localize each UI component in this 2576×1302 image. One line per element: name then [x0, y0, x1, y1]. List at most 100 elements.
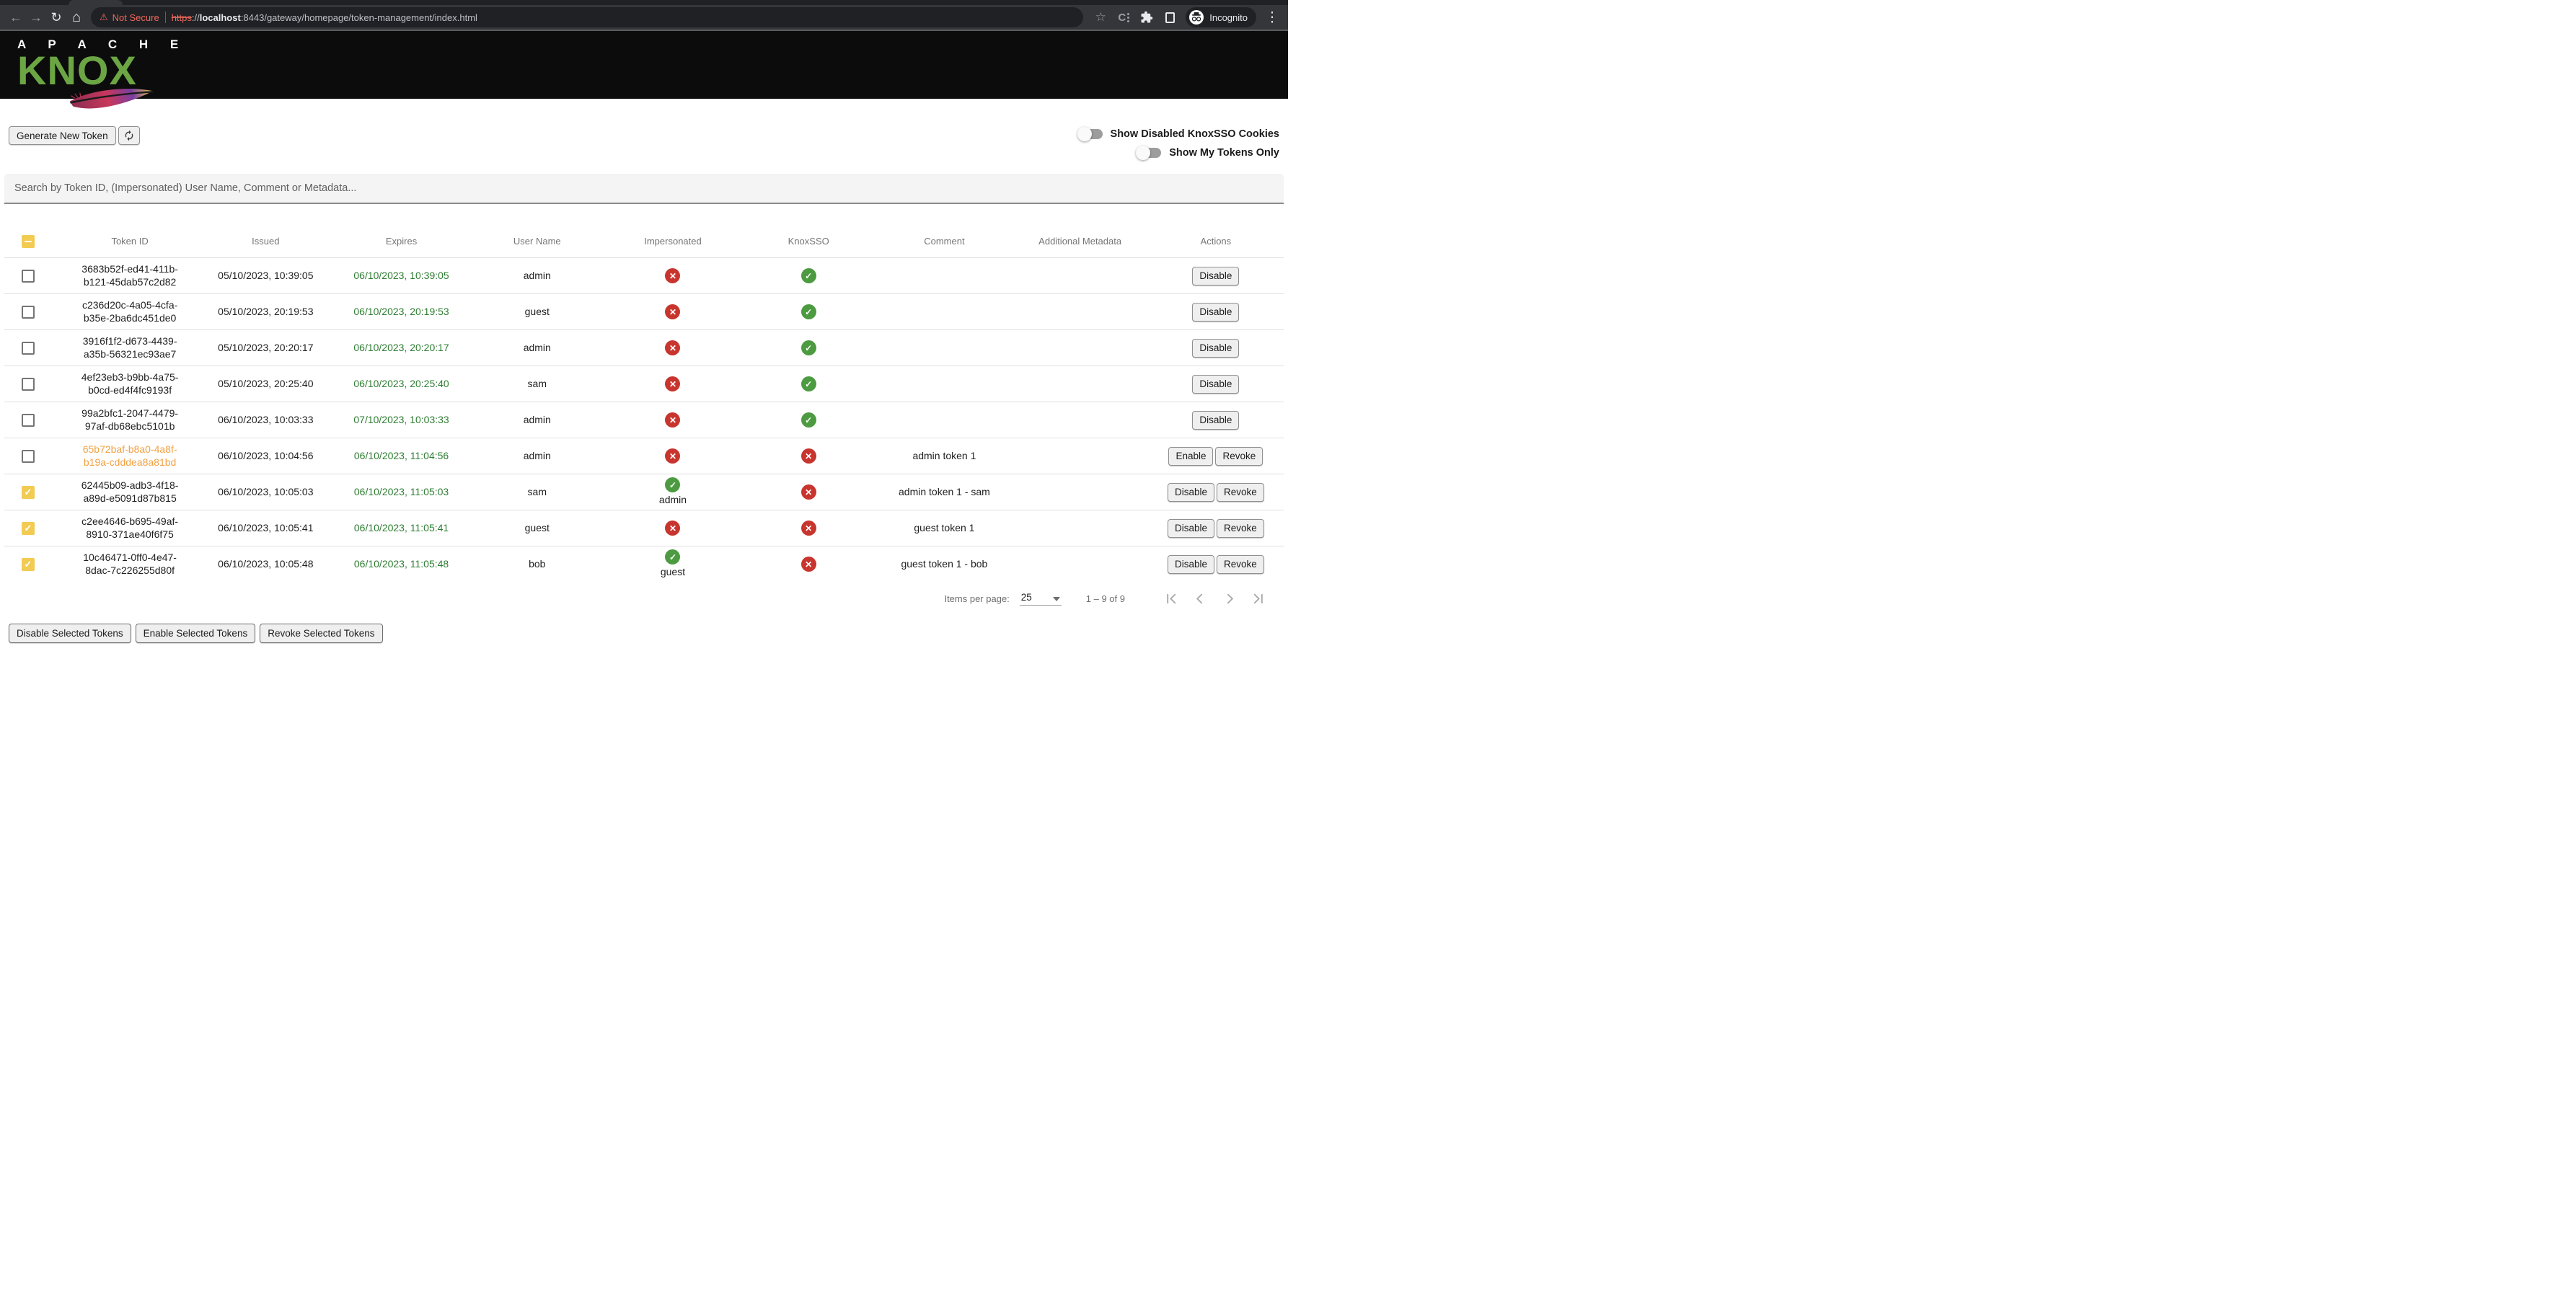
- row-checkbox[interactable]: [22, 450, 35, 463]
- row-checkbox[interactable]: [22, 378, 35, 391]
- user-name: bob: [469, 558, 605, 571]
- disable-token-button[interactable]: Disable: [1168, 555, 1214, 574]
- extension-c-icon[interactable]: C: [1113, 7, 1134, 27]
- impersonated-x-icon: ✕: [665, 304, 680, 319]
- impersonated-x-icon: ✕: [665, 340, 680, 355]
- user-name: admin: [469, 414, 605, 427]
- token-id: 3683b52f-ed41-411b-b121-45dab57c2d82: [62, 263, 198, 288]
- disable-token-button[interactable]: Disable: [1192, 411, 1239, 430]
- actions-cell: Disable: [1148, 303, 1284, 322]
- revoke-token-button[interactable]: Revoke: [1215, 447, 1263, 466]
- side-panel-icon[interactable]: [1160, 7, 1180, 27]
- home-icon[interactable]: ⌂: [66, 7, 87, 27]
- knoxsso-x-icon: ✕: [801, 521, 816, 536]
- url-path: :8443/gateway/homepage/token-management/…: [241, 12, 477, 23]
- search-input[interactable]: [4, 174, 1284, 203]
- column-header-knoxsso: KnoxSSO: [741, 236, 876, 247]
- knoxsso-cell: ✓: [741, 376, 876, 391]
- expire-time: 07/10/2023, 10:03:33: [333, 414, 469, 427]
- disable-token-button[interactable]: Disable: [1192, 267, 1239, 285]
- row-checkbox[interactable]: [22, 306, 35, 319]
- items-per-page-select[interactable]: 25: [1020, 592, 1062, 606]
- column-header-comment: Comment: [876, 236, 1012, 247]
- row-checkbox[interactable]: [22, 342, 35, 355]
- controls-row: Generate New Token Show Disabled KnoxSSO…: [9, 126, 1279, 162]
- disable-token-button[interactable]: Disable: [1192, 375, 1239, 394]
- enable-selected-tokens-button[interactable]: Enable Selected Tokens: [136, 624, 256, 643]
- apache-knox-logo: A P A C H E KNOX: [17, 37, 188, 89]
- row-checkbox[interactable]: ✓: [22, 522, 35, 535]
- token-id: 10c46471-0ff0-4e47-8dac-7c226255d80f: [62, 552, 198, 577]
- last-page-button[interactable]: [1243, 588, 1272, 608]
- knoxsso-x-icon: ✕: [801, 557, 816, 572]
- comment: admin token 1 - sam: [876, 486, 1012, 499]
- reload-icon[interactable]: ↻: [46, 7, 66, 27]
- row-checkbox[interactable]: ✓: [22, 558, 35, 571]
- check-icon: ✓: [25, 523, 32, 533]
- row-select-cell: ✓: [4, 486, 62, 499]
- address-bar[interactable]: ⚠ Not Secure https://localhost:8443/gate…: [91, 7, 1083, 27]
- expire-time: 06/10/2023, 20:19:53: [333, 306, 469, 319]
- disable-token-button[interactable]: Disable: [1192, 339, 1239, 358]
- browser-tabstrip: [0, 0, 1288, 5]
- incognito-icon: [1188, 9, 1204, 25]
- knox-wordmark: KNOX: [17, 52, 188, 89]
- next-page-button[interactable]: [1214, 588, 1243, 608]
- extensions-puzzle-icon[interactable]: [1137, 7, 1157, 27]
- disable-selected-tokens-button[interactable]: Disable Selected Tokens: [9, 624, 131, 643]
- comment: guest token 1 - bob: [876, 558, 1012, 571]
- back-icon[interactable]: ←: [6, 7, 26, 27]
- disable-token-button[interactable]: Disable: [1192, 303, 1239, 322]
- row-checkbox[interactable]: ✓: [22, 486, 35, 499]
- row-select-cell: [4, 306, 62, 319]
- not-secure-warning-icon: ⚠: [100, 12, 108, 23]
- x-glyph: ✕: [669, 344, 676, 353]
- knoxsso-cell: ✕: [741, 521, 876, 536]
- x-glyph: ✕: [669, 452, 676, 461]
- show-my-tokens-only-toggle[interactable]: [1136, 146, 1162, 160]
- toggle-label: Show Disabled KnoxSSO Cookies: [1111, 128, 1279, 140]
- enable-token-button[interactable]: Enable: [1168, 447, 1213, 466]
- revoke-selected-tokens-button[interactable]: Revoke Selected Tokens: [260, 624, 382, 643]
- row-checkbox[interactable]: [22, 414, 35, 427]
- impersonated-check-icon: ✓: [665, 477, 680, 492]
- show-disabled-knoxsso-cookies-toggle[interactable]: [1077, 127, 1103, 141]
- user-name: guest: [469, 306, 605, 319]
- revoke-token-button[interactable]: Revoke: [1217, 519, 1264, 538]
- knoxsso-check-icon: ✓: [801, 268, 816, 283]
- row-select-cell: [4, 378, 62, 391]
- browser-menu-icon[interactable]: ⋮: [1262, 7, 1282, 27]
- impersonated-cell: ✕: [605, 268, 741, 283]
- expire-time: 06/10/2023, 20:25:40: [333, 378, 469, 391]
- revoke-token-button[interactable]: Revoke: [1217, 483, 1264, 502]
- previous-page-button[interactable]: [1186, 588, 1214, 608]
- knoxsso-cell: ✕: [741, 484, 876, 500]
- url-separator: ://: [192, 12, 200, 23]
- column-header-additional-metadata: Additional Metadata: [1013, 236, 1148, 247]
- select-all-checkbox[interactable]: [22, 235, 35, 248]
- refresh-button[interactable]: [118, 126, 140, 145]
- revoke-token-button[interactable]: Revoke: [1217, 555, 1264, 574]
- forward-icon[interactable]: →: [26, 7, 46, 27]
- disable-token-button[interactable]: Disable: [1168, 519, 1214, 538]
- knoxsso-x-icon: ✕: [801, 484, 816, 500]
- bookmark-star-icon[interactable]: ☆: [1090, 7, 1111, 27]
- issued-time: 06/10/2023, 10:05:48: [198, 558, 333, 571]
- table-row: ✓c2ee4646-b695-49af-8910-371ae40f6f7506/…: [4, 510, 1284, 546]
- bulk-actions: Disable Selected Tokens Enable Selected …: [9, 624, 1279, 643]
- disable-token-button[interactable]: Disable: [1168, 483, 1214, 502]
- actions-cell: EnableRevoke: [1148, 447, 1284, 466]
- token-id: 4ef23eb3-b9bb-4a75-b0cd-ed4f4fc9193f: [62, 371, 198, 397]
- actions-cell: Disable: [1148, 411, 1284, 430]
- row-select-cell: [4, 342, 62, 355]
- column-header-issued: Issued: [198, 236, 333, 247]
- knoxsso-cell: ✕: [741, 448, 876, 464]
- first-page-button[interactable]: [1157, 588, 1186, 608]
- generate-new-token-button[interactable]: Generate New Token: [9, 126, 116, 145]
- expire-time: 06/10/2023, 11:05:48: [333, 558, 469, 571]
- issued-time: 05/10/2023, 20:19:53: [198, 306, 333, 319]
- knoxsso-check-icon: ✓: [801, 376, 816, 391]
- row-checkbox[interactable]: [22, 270, 35, 283]
- comment: guest token 1: [876, 522, 1012, 535]
- refresh-icon: [123, 130, 135, 141]
